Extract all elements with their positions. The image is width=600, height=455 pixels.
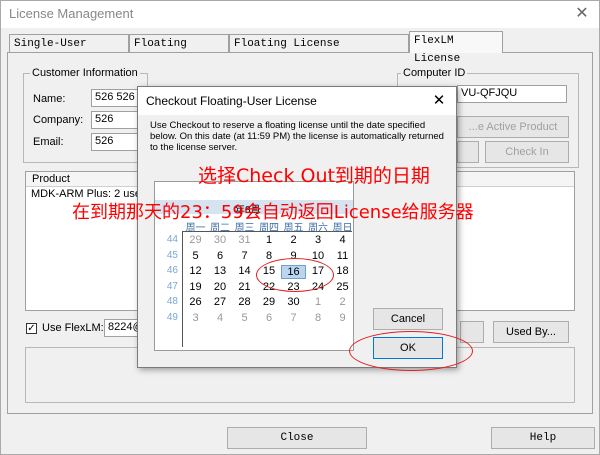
window-title: License Management xyxy=(9,6,134,21)
computer-id-label: Computer ID xyxy=(401,67,468,79)
email-field[interactable]: 526 xyxy=(91,133,141,151)
dialog-title-bar: Checkout Floating-User License ✕ xyxy=(138,87,456,115)
calendar-day[interactable]: 27 xyxy=(208,296,233,308)
use-flexlm-label: Use FlexLM: xyxy=(42,322,104,334)
calendar-day[interactable]: 4 xyxy=(330,234,355,246)
hidden-button[interactable] xyxy=(457,141,479,163)
selected-date-highlight-ring xyxy=(256,258,334,292)
calendar-day[interactable]: 19 xyxy=(183,281,208,293)
calendar-day[interactable]: 9 xyxy=(330,312,355,324)
calendar-day[interactable]: 21 xyxy=(232,281,257,293)
calendar-day[interactable]: 1 xyxy=(257,234,282,246)
annotation-line-1: 选择Check Out到期的日期 xyxy=(198,165,430,187)
calendar-day[interactable]: 2 xyxy=(281,234,306,246)
product-column-header: Product xyxy=(32,173,70,185)
customer-information-label: Customer Information xyxy=(30,67,140,79)
tab-floating-license[interactable]: Floating License xyxy=(129,34,229,68)
week-number: 45 xyxy=(166,249,178,261)
calendar-day[interactable]: 29 xyxy=(257,296,282,308)
annotation-line-2: 在到期那天的23：59会自动返回License给服务器 xyxy=(72,202,474,223)
calendar-day[interactable]: 14 xyxy=(232,265,257,277)
email-label: Email: xyxy=(33,136,64,148)
calendar-day[interactable]: 30 xyxy=(281,296,306,308)
calendar-day[interactable]: 26 xyxy=(183,296,208,308)
dialog-close-icon[interactable]: ✕ xyxy=(428,90,450,112)
calendar-day[interactable]: 6 xyxy=(208,250,233,262)
calendar-day[interactable]: 25 xyxy=(330,281,355,293)
used-by-button[interactable]: Used By... xyxy=(493,321,569,343)
calendar-day[interactable]: 28 xyxy=(232,296,257,308)
calendar-day[interactable]: 7 xyxy=(232,250,257,262)
check-in-button[interactable]: Check In xyxy=(485,141,569,163)
name-field[interactable]: 526 526 xyxy=(91,89,141,107)
week-number: 44 xyxy=(166,234,178,245)
window-close-icon[interactable]: ✕ xyxy=(569,3,595,25)
title-bar: License Management ✕ xyxy=(1,1,599,28)
calendar-day[interactable]: 5 xyxy=(183,250,208,262)
calendar-day[interactable]: 31 xyxy=(232,234,257,246)
company-field[interactable]: 526 xyxy=(91,111,141,129)
dialog-title: Checkout Floating-User License xyxy=(146,94,317,108)
computer-id-field: VU-QFJQU xyxy=(457,85,567,103)
week-number: 48 xyxy=(166,296,178,307)
tab-flexlm-license[interactable]: FlexLM License xyxy=(409,31,503,65)
calendar-day[interactable]: 3 xyxy=(183,312,208,324)
company-label: Company: xyxy=(33,114,84,126)
calendar-day[interactable]: 4 xyxy=(208,312,233,324)
ok-button-highlight-ring xyxy=(349,331,473,371)
use-flexlm-checkbox[interactable]: ✓ xyxy=(26,323,37,334)
calendar-day[interactable]: 3 xyxy=(306,234,331,246)
calendar-day[interactable]: 1 xyxy=(306,296,331,308)
calendar-day[interactable]: 5 xyxy=(232,312,257,324)
help-button[interactable]: Help xyxy=(491,427,595,449)
name-label: Name: xyxy=(33,93,66,105)
close-button[interactable]: Close xyxy=(227,427,367,449)
tab-floating-license-administrator[interactable]: Floating License Administrator xyxy=(229,34,409,68)
dialog-description: Use Checkout to reserve a floating licen… xyxy=(150,120,444,153)
tab-single-user-license[interactable]: Single-User License xyxy=(9,34,129,68)
checkout-dialog: Checkout Floating-User License ✕ Use Che… xyxy=(137,86,457,368)
calendar-day[interactable]: 12 xyxy=(183,265,208,277)
cancel-button[interactable]: Cancel xyxy=(373,308,443,330)
week-number: 47 xyxy=(166,280,178,292)
calendar-day[interactable]: 29 xyxy=(183,234,208,246)
calendar-day[interactable]: 6 xyxy=(257,312,282,324)
calendar-day[interactable]: 20 xyxy=(208,281,233,293)
active-product-button[interactable]: ...e Active Product xyxy=(457,116,569,138)
week-number: 46 xyxy=(166,265,178,276)
calendar-day[interactable]: 8 xyxy=(306,312,331,324)
week-number: 49 xyxy=(166,311,178,323)
calendar-day[interactable]: 13 xyxy=(208,265,233,277)
calendar-day[interactable]: 7 xyxy=(281,312,306,324)
calendar-day[interactable]: 11 xyxy=(330,250,355,262)
calendar-day[interactable]: 2 xyxy=(330,296,355,308)
calendar-day[interactable]: 30 xyxy=(208,234,233,246)
